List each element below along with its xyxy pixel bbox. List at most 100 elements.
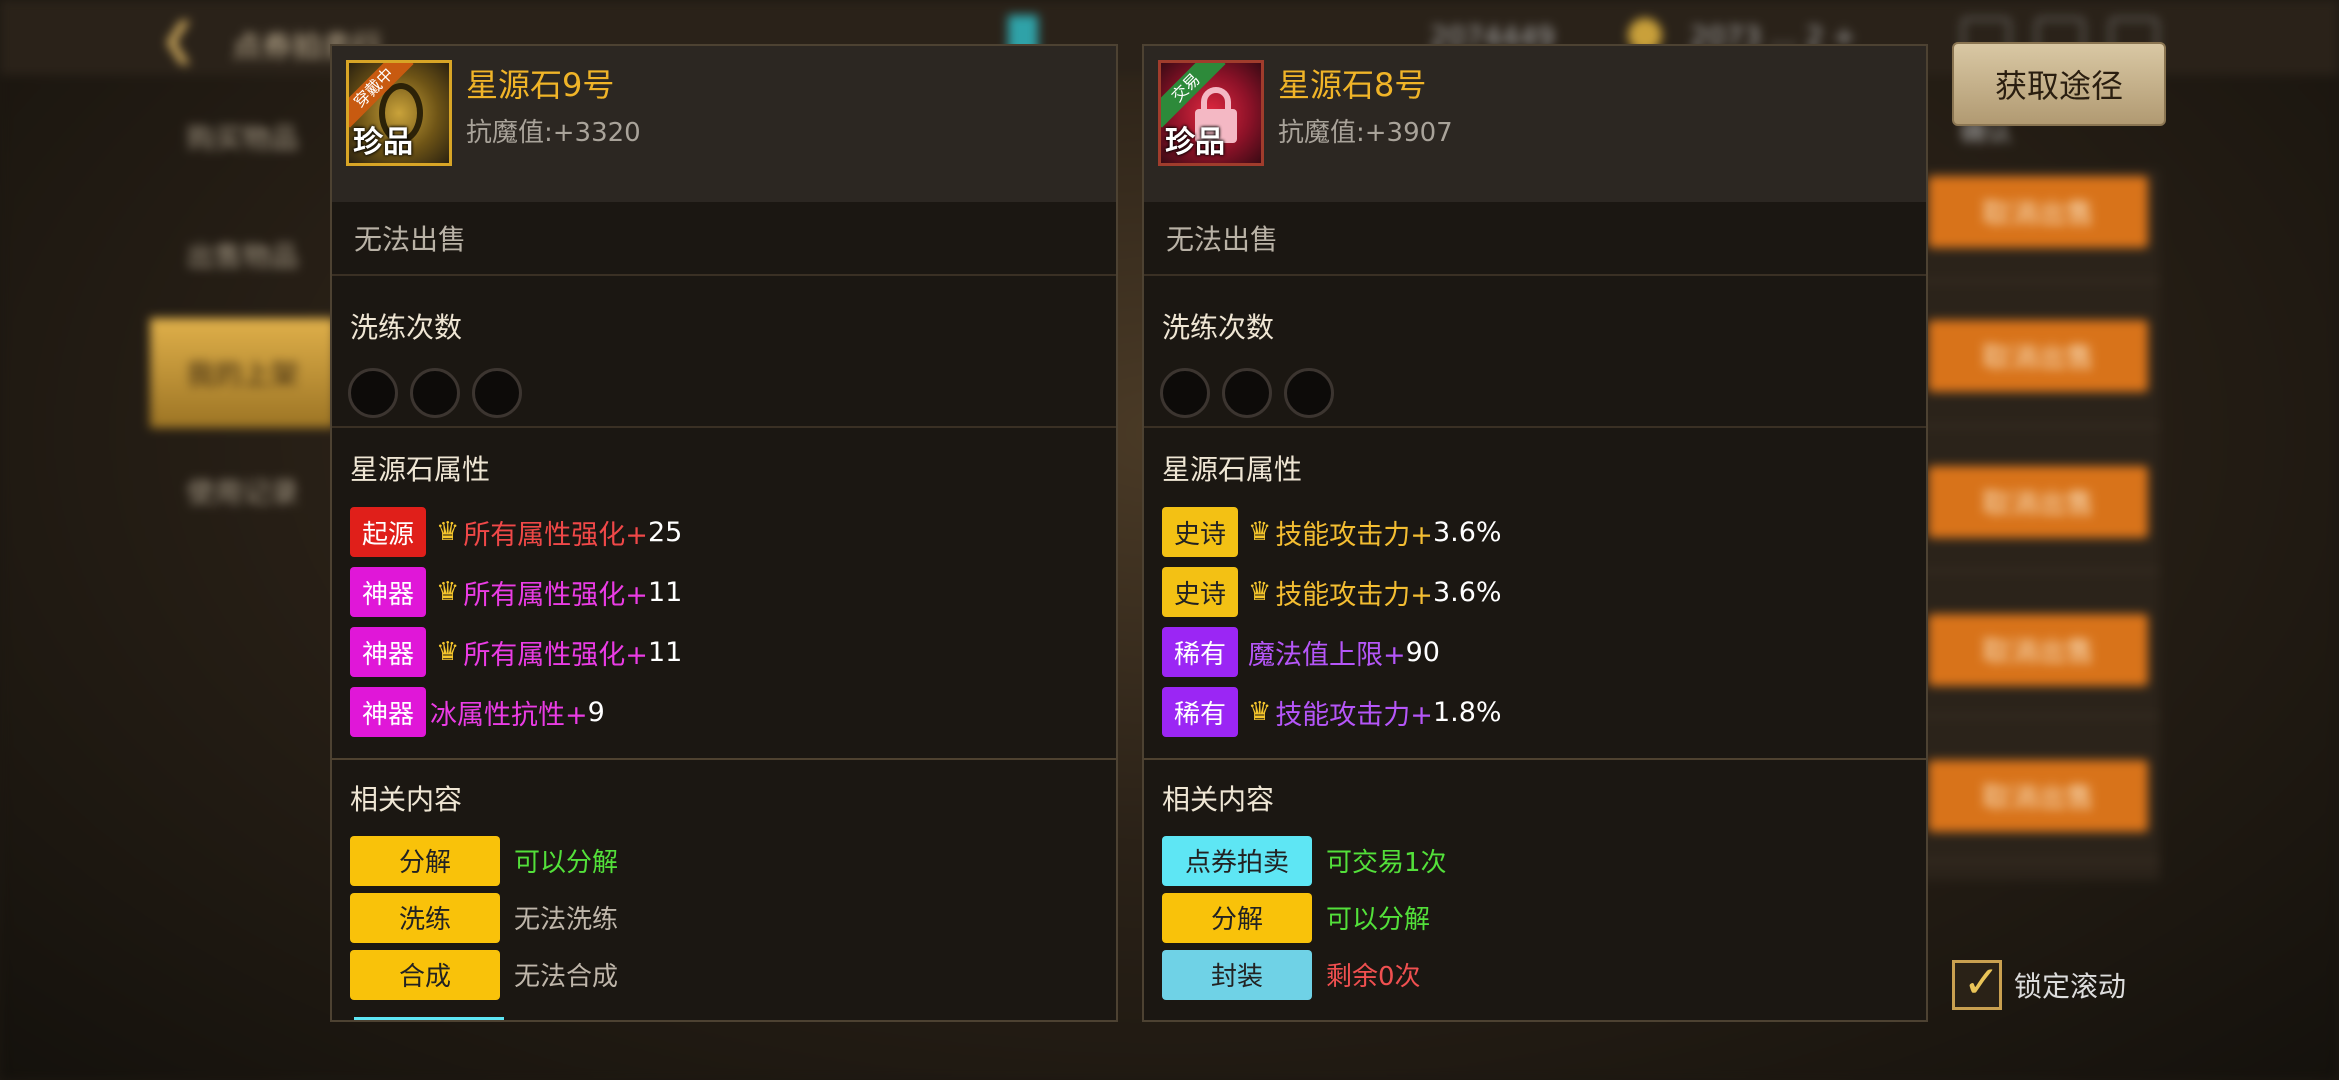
related-status: 可以分解: [514, 848, 619, 878]
attribute-value: 11: [647, 636, 683, 668]
attribute-title: 星源石属性: [1162, 453, 1303, 486]
refine-slot: [348, 368, 398, 418]
attribute-value: 3.6%: [1432, 576, 1502, 608]
crown-icon: ♛: [1248, 577, 1272, 607]
attribute-value: 9: [587, 696, 605, 728]
get-route-button[interactable]: 获取途径: [1952, 42, 2166, 126]
item-tooltip-left: 穿戴中 珍品 星源石9号 抗魔值:+3320 无法出售 洗练次数 星源石属性 起…: [330, 44, 1118, 1022]
sell-status: 无法出售: [332, 202, 1116, 276]
nav-my-listings[interactable]: 我的上架: [150, 318, 335, 428]
related-row: 合成 无法合成: [350, 946, 1116, 1003]
attribute-value: 3.6%: [1432, 516, 1502, 548]
nav-buy-items[interactable]: 购买物品: [150, 82, 335, 192]
refine-slot: [1160, 368, 1210, 418]
item-magic-resist: 抗魔值:+3907: [1278, 118, 1453, 148]
decompose-button[interactable]: 分解: [350, 835, 500, 886]
grade-tag-epic: 史诗: [1162, 507, 1238, 557]
related-row: 洗练 无法洗练: [350, 889, 1116, 946]
item-magic-resist: 抗魔值:+3320: [466, 118, 641, 148]
related-row: 封装 剩余0次: [1162, 946, 1926, 1003]
sell-status: 无法出售: [1144, 202, 1926, 276]
attribute-row: 史诗 ♛ 技能攻击力+ 3.6%: [1162, 502, 1926, 562]
treasure-badge: 珍品: [353, 125, 413, 160]
related-title: 相关内容: [350, 783, 463, 816]
attribute-text: 冰属性抗性+: [430, 699, 588, 731]
attribute-text: 所有属性强化+: [463, 639, 648, 671]
point-auction-button[interactable]: 点券拍卖: [1162, 835, 1312, 886]
grade-tag-rare: 稀有: [1162, 627, 1238, 677]
related-row: 分解 可以分解: [350, 832, 1116, 889]
item-name: 星源石9号: [466, 66, 615, 104]
scroll-cut-indicator: [354, 1017, 504, 1020]
related-section: 相关内容 分解 可以分解 洗练 无法洗练 合成 无法合成: [332, 778, 1116, 1003]
related-status: 可以分解: [1326, 905, 1431, 935]
refine-slot: [1222, 368, 1272, 418]
attribute-row: 神器 ♛ 所有属性强化+ 11: [350, 562, 1116, 622]
crown-icon: ♛: [1248, 517, 1272, 547]
nav-usage-log[interactable]: 使用记录: [150, 436, 335, 546]
cancel-sale-button[interactable]: 取消出售: [1928, 176, 2148, 248]
refine-slots: [1160, 368, 1926, 418]
cancel-sale-button[interactable]: 取消出售: [1928, 320, 2148, 392]
cancel-sale-button[interactable]: 取消出售: [1928, 614, 2148, 686]
attribute-text: 所有属性强化+: [463, 579, 648, 611]
refine-slot: [410, 368, 460, 418]
related-section: 相关内容 点券拍卖 可交易1次 分解 可以分解 封装 剩余0次: [1144, 778, 1926, 1003]
grade-tag-artifact: 神器: [350, 687, 426, 737]
attribute-row: 神器 冰属性抗性+ 9: [350, 682, 1116, 742]
treasure-badge: 珍品: [1165, 125, 1225, 160]
nav-sell-items[interactable]: 出售物品: [150, 200, 335, 310]
crown-icon: ♛: [1248, 697, 1272, 727]
attribute-text: 所有属性强化+: [463, 519, 648, 551]
grade-tag-epic: 史诗: [1162, 567, 1238, 617]
related-title: 相关内容: [1162, 783, 1275, 816]
lock-scroll-toggle[interactable]: ✓ 锁定滚动: [1952, 960, 2126, 1010]
item-tooltip-right: 交易 珍品 星源石8号 抗魔值:+3907 无法出售 洗练次数 星源石属性 史诗…: [1142, 44, 1928, 1022]
attribute-section: 星源石属性 起源 ♛ 所有属性强化+ 25 神器 ♛ 所有属性强化+ 11 神器…: [332, 448, 1116, 760]
refine-button[interactable]: 洗练: [350, 892, 500, 943]
package-button[interactable]: 封装: [1162, 949, 1312, 1000]
attribute-value: 1.8%: [1432, 696, 1502, 728]
item-header: 穿戴中 珍品 星源石9号 抗魔值:+3320: [332, 46, 1116, 202]
lock-scroll-label: 锁定滚动: [2014, 970, 2127, 1003]
grade-tag-artifact: 神器: [350, 627, 426, 677]
back-arrow-icon[interactable]: ❮: [160, 14, 197, 65]
lock-scroll-checkbox[interactable]: ✓: [1952, 960, 2002, 1010]
crown-icon: ♛: [436, 517, 460, 547]
related-status: 可交易1次: [1326, 848, 1447, 878]
star-stone-icon: 交易 珍品: [1158, 60, 1264, 166]
crown-icon: ♛: [436, 577, 460, 607]
attribute-text: 魔法值上限+: [1248, 639, 1406, 671]
attribute-text: 技能攻击力+: [1275, 579, 1433, 611]
related-status: 剩余0次: [1326, 962, 1421, 992]
attribute-text: 技能攻击力+: [1275, 699, 1433, 731]
attribute-row: 稀有 魔法值上限+ 90: [1162, 622, 1926, 682]
item-header: 交易 珍品 星源石8号 抗魔值:+3907: [1144, 46, 1926, 202]
related-status: 无法合成: [514, 962, 619, 992]
refine-slot: [1284, 368, 1334, 418]
star-stone-icon: 穿戴中 珍品: [346, 60, 452, 166]
refine-slot: [472, 368, 522, 418]
attribute-section: 星源石属性 史诗 ♛ 技能攻击力+ 3.6% 史诗 ♛ 技能攻击力+ 3.6% …: [1144, 448, 1926, 760]
cancel-sale-button[interactable]: 取消出售: [1928, 466, 2148, 538]
attribute-row: 稀有 ♛ 技能攻击力+ 1.8%: [1162, 682, 1926, 742]
attribute-value: 25: [647, 516, 683, 548]
refine-slots: [348, 368, 1116, 418]
grade-tag-origin: 起源: [350, 507, 426, 557]
attribute-value: 11: [647, 576, 683, 608]
attribute-row: 史诗 ♛ 技能攻击力+ 3.6%: [1162, 562, 1926, 622]
decompose-button[interactable]: 分解: [1162, 892, 1312, 943]
related-row: 分解 可以分解: [1162, 889, 1926, 946]
crown-icon: ♛: [436, 637, 460, 667]
grade-tag-rare: 稀有: [1162, 687, 1238, 737]
synthesize-button[interactable]: 合成: [350, 949, 500, 1000]
related-row: 点券拍卖 可交易1次: [1162, 832, 1926, 889]
cancel-sale-button[interactable]: 取消出售: [1928, 760, 2148, 832]
refine-title: 洗练次数: [1162, 311, 1275, 344]
attribute-value: 90: [1405, 636, 1440, 668]
attribute-title: 星源石属性: [350, 453, 491, 486]
attribute-row: 起源 ♛ 所有属性强化+ 25: [350, 502, 1116, 562]
refine-title: 洗练次数: [350, 311, 463, 344]
refine-section: 洗练次数: [1144, 306, 1926, 428]
attribute-row: 神器 ♛ 所有属性强化+ 11: [350, 622, 1116, 682]
